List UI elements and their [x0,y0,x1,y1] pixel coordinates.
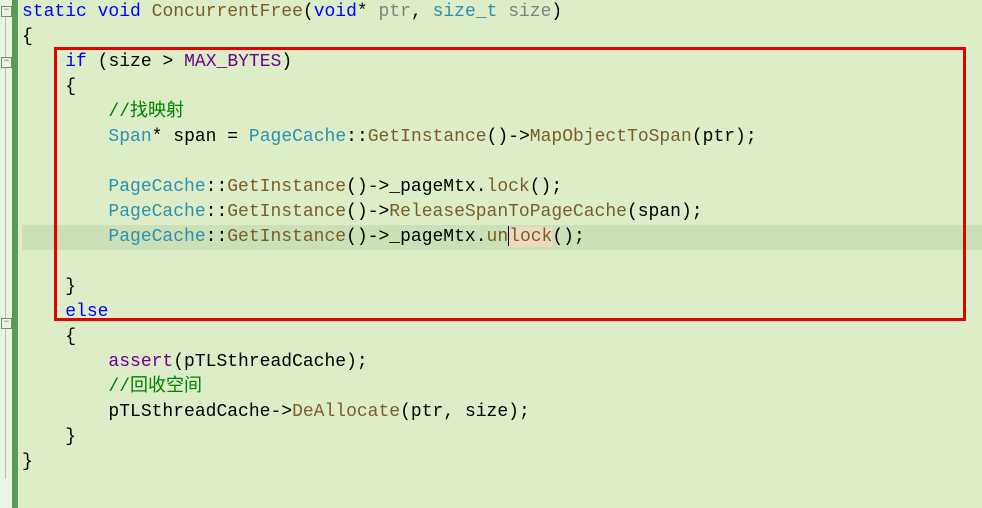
code-editor: − − − static void ConcurrentFree(void* p… [0,0,982,508]
code-area[interactable]: static void ConcurrentFree(void* ptr, si… [18,0,982,508]
code-line[interactable]: } [22,450,982,475]
code-line[interactable]: } [22,425,982,450]
code-line[interactable]: assert(pTLSthreadCache); [22,350,982,375]
code-line-current[interactable]: PageCache::GetInstance()->_pageMtx.unloc… [22,225,982,250]
code-line[interactable]: if (size > MAX_BYTES) [22,50,982,75]
code-line[interactable] [22,250,982,275]
fold-toggle[interactable]: − [1,57,12,68]
code-line[interactable]: //找映射 [22,100,982,125]
code-line[interactable]: Span* span = PageCache::GetInstance()->M… [22,125,982,150]
fold-toggle[interactable]: − [1,318,12,329]
fold-toggle[interactable]: − [1,6,12,17]
fold-gutter: − − − [0,0,12,508]
code-line[interactable]: { [22,75,982,100]
code-line[interactable]: PageCache::GetInstance()->ReleaseSpanToP… [22,200,982,225]
code-line[interactable]: static void ConcurrentFree(void* ptr, si… [22,0,982,25]
code-line[interactable]: pTLSthreadCache->DeAllocate(ptr, size); [22,400,982,425]
code-line[interactable]: } [22,275,982,300]
code-line[interactable]: { [22,325,982,350]
code-line[interactable]: PageCache::GetInstance()->_pageMtx.lock(… [22,175,982,200]
code-line[interactable]: //回收空间 [22,375,982,400]
code-line[interactable]: else [22,300,982,325]
code-line[interactable] [22,150,982,175]
code-line[interactable]: { [22,25,982,50]
